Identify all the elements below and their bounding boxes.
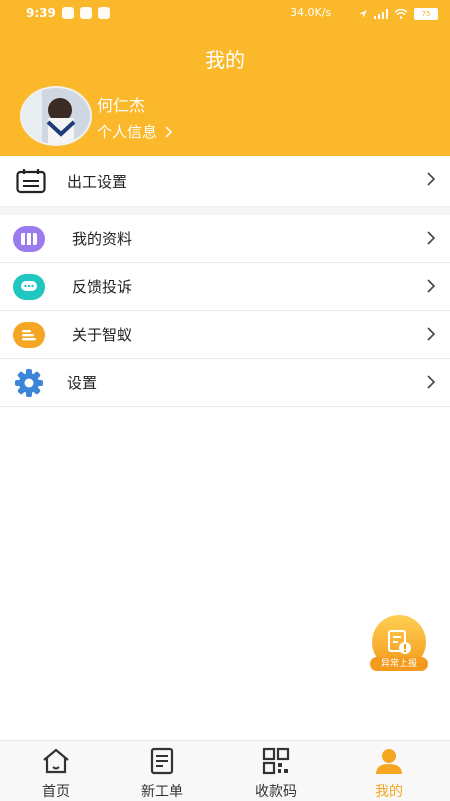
chevron-right-icon xyxy=(427,172,436,186)
tab-home[interactable]: 首页 xyxy=(0,741,112,801)
profile-header: 9:39 34.0K/s 75 我的 何仁杰 个人信息 xyxy=(0,0,450,156)
gear-icon xyxy=(12,368,46,398)
menu-item-settings[interactable]: 设置 xyxy=(0,359,450,407)
personal-info-link[interactable]: 个人信息 xyxy=(97,121,173,142)
tab-label: 首页 xyxy=(42,784,70,800)
signal-icon xyxy=(374,9,388,19)
menu-item-work-settings[interactable]: 出工设置 xyxy=(0,156,450,207)
tab-payment-code[interactable]: 收款码 xyxy=(220,741,332,801)
network-speed: 34.0K/s xyxy=(290,6,332,19)
wifi-icon xyxy=(394,9,408,19)
tab-new-order[interactable]: 新工单 xyxy=(106,741,218,801)
menu-item-label: 设置 xyxy=(67,374,98,392)
report-exception-button[interactable]: 异常上报 xyxy=(366,615,432,673)
location-icon xyxy=(359,10,367,18)
menu-item-label: 关于智蚁 xyxy=(72,326,133,344)
user-icon xyxy=(376,749,402,774)
chevron-right-icon xyxy=(427,375,436,389)
menu-item-about[interactable]: 关于智蚁 xyxy=(0,311,450,359)
menu-item-label: 反馈投诉 xyxy=(72,278,133,296)
personal-info-label: 个人信息 xyxy=(97,123,158,141)
chevron-right-icon xyxy=(427,231,436,245)
tab-label: 新工单 xyxy=(141,784,183,800)
page-title: 我的 xyxy=(205,48,245,72)
tab-label: 收款码 xyxy=(255,784,297,800)
system-icons: 75 xyxy=(358,8,438,20)
battery-icon: 75 xyxy=(414,8,438,20)
menu-item-label: 出工设置 xyxy=(67,172,128,191)
tab-label: 我的 xyxy=(375,784,403,800)
bottom-tab-bar: 首页 新工单 收款码 我的 xyxy=(0,740,450,801)
report-exception-label: 异常上报 xyxy=(370,657,428,671)
chat-bubble-icon xyxy=(12,272,46,302)
menu-item-label: 我的资料 xyxy=(72,230,133,248)
notification-icons xyxy=(62,7,110,19)
chevron-right-icon xyxy=(427,279,436,293)
menu-item-feedback[interactable]: 反馈投诉 xyxy=(0,263,450,311)
calendar-icon xyxy=(14,166,48,196)
info-stack-icon xyxy=(12,320,46,350)
avatar-photo xyxy=(22,88,90,144)
app-notification-icon xyxy=(80,7,92,19)
qr-code-icon xyxy=(262,747,290,775)
status-time: 9:39 xyxy=(26,6,56,20)
status-bar: 9:39 34.0K/s 75 xyxy=(0,0,450,28)
document-icon xyxy=(150,747,174,775)
menu-list: 出工设置 我的资料 反馈投诉 关于智蚁 设置 xyxy=(0,156,450,407)
avatar[interactable] xyxy=(20,86,92,146)
tab-mine[interactable]: 我的 xyxy=(333,741,445,801)
chevron-right-icon xyxy=(427,327,436,341)
menu-item-my-profile[interactable]: 我的资料 xyxy=(0,215,450,263)
telegram-icon xyxy=(62,7,74,19)
username: 何仁杰 xyxy=(97,96,146,115)
folder-icon xyxy=(12,224,46,254)
section-divider xyxy=(0,207,450,215)
phone-icon xyxy=(98,7,110,19)
home-icon xyxy=(43,748,69,774)
chevron-right-icon xyxy=(165,125,173,138)
